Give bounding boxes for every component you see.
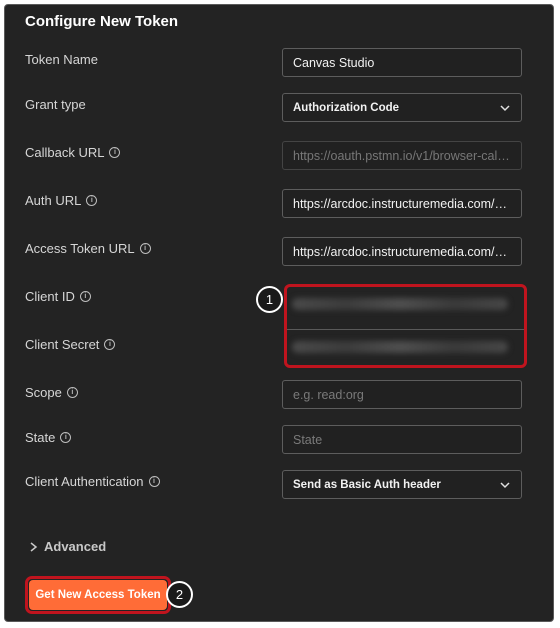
token-name-value: Canvas Studio bbox=[293, 55, 375, 70]
callback-url-value: https://oauth.pstmn.io/v1/browser-callba… bbox=[293, 148, 511, 163]
state-label: State i bbox=[25, 430, 72, 445]
chevron-right-icon bbox=[30, 541, 38, 552]
state-label-text: State bbox=[25, 430, 56, 445]
get-new-access-token-button[interactable]: Get New Access Token bbox=[29, 580, 167, 610]
info-icon[interactable]: i bbox=[104, 339, 116, 350]
info-icon[interactable]: i bbox=[109, 147, 121, 158]
access-token-url-label-text: Access Token URL bbox=[25, 241, 135, 256]
info-icon[interactable]: i bbox=[148, 476, 160, 487]
callback-url-label: Callback URL i bbox=[25, 145, 121, 160]
info-icon[interactable]: i bbox=[79, 291, 91, 302]
advanced-toggle[interactable]: Advanced bbox=[29, 539, 106, 554]
client-id-label-text: Client ID bbox=[25, 289, 75, 304]
info-icon[interactable]: i bbox=[60, 432, 72, 443]
client-auth-value: Send as Basic Auth header bbox=[293, 478, 441, 491]
auth-url-value: https://arcdoc.instructuremedia.com/oaut… bbox=[293, 196, 511, 211]
client-secret-label-text: Client Secret bbox=[25, 337, 100, 352]
token-config-panel: Configure New Token Token Name Canvas St… bbox=[4, 4, 554, 622]
access-token-url-value: https://arcdoc.instructuremedia.com/oaut… bbox=[293, 244, 511, 259]
token-name-input[interactable]: Canvas Studio bbox=[282, 48, 522, 77]
client-id-label: Client ID i bbox=[25, 289, 91, 304]
client-auth-select[interactable]: Send as Basic Auth header bbox=[282, 470, 522, 499]
scope-placeholder: e.g. read:org bbox=[293, 387, 364, 402]
info-icon[interactable]: i bbox=[86, 195, 98, 206]
client-auth-label-text: Client Authentication bbox=[25, 474, 144, 489]
client-secret-label: Client Secret i bbox=[25, 337, 116, 352]
token-name-label-text: Token Name bbox=[25, 52, 98, 67]
auth-url-label-text: Auth URL bbox=[25, 193, 82, 208]
info-icon[interactable]: i bbox=[66, 387, 78, 398]
scope-label-text: Scope bbox=[25, 385, 62, 400]
state-placeholder: State bbox=[293, 432, 323, 447]
grant-type-label: Grant type bbox=[25, 97, 86, 112]
callout-badge-2: 2 bbox=[166, 581, 193, 608]
info-icon[interactable]: i bbox=[139, 243, 151, 254]
auth-url-label: Auth URL i bbox=[25, 193, 98, 208]
auth-url-input[interactable]: https://arcdoc.instructuremedia.com/oaut… bbox=[282, 189, 522, 218]
callback-url-input: https://oauth.pstmn.io/v1/browser-callba… bbox=[282, 141, 522, 170]
callback-url-label-text: Callback URL bbox=[25, 145, 105, 160]
token-name-label: Token Name bbox=[25, 52, 98, 67]
scope-input[interactable]: e.g. read:org bbox=[282, 380, 522, 409]
state-input[interactable]: State bbox=[282, 425, 522, 454]
callout-highlight-box bbox=[284, 284, 527, 368]
access-token-url-input[interactable]: https://arcdoc.instructuremedia.com/oaut… bbox=[282, 237, 522, 266]
chevron-down-icon bbox=[500, 481, 510, 488]
advanced-label: Advanced bbox=[44, 539, 107, 554]
callout-badge-1: 1 bbox=[256, 286, 283, 313]
client-auth-label: Client Authentication i bbox=[25, 474, 160, 489]
grant-type-select[interactable]: Authorization Code bbox=[282, 93, 522, 122]
panel-title: Configure New Token bbox=[25, 13, 179, 30]
chevron-down-icon bbox=[500, 104, 510, 111]
access-token-url-label: Access Token URL i bbox=[25, 241, 151, 256]
grant-type-value: Authorization Code bbox=[293, 101, 400, 114]
grant-type-label-text: Grant type bbox=[25, 97, 86, 112]
scope-label: Scope i bbox=[25, 385, 78, 400]
